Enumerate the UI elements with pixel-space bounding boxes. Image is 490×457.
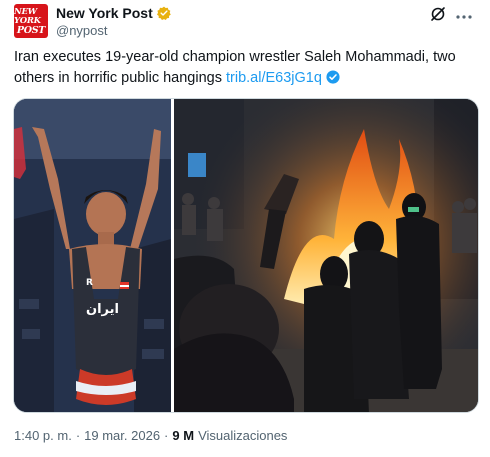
tweet-footer: 1:40 p. m. · 19 mar. 2026 · 9 M Visualiz… xyxy=(14,428,287,443)
check-mark-emoji-icon xyxy=(326,70,340,84)
handle[interactable]: @nypost xyxy=(56,23,108,38)
media-container[interactable]: R ایران xyxy=(13,98,479,413)
tweet-date[interactable]: 19 mar. 2026 xyxy=(84,428,160,443)
singlet-text: ایران xyxy=(86,302,119,317)
footer-separator-2: · xyxy=(164,428,169,443)
tweet-link[interactable]: trib.al/E63jG1q xyxy=(226,70,322,86)
avatar-logo-line1: NEW YORK xyxy=(14,6,41,26)
footer-separator: · xyxy=(75,428,81,443)
wrestler-photo-illustration: R ایران xyxy=(14,99,171,412)
display-name[interactable]: New York Post xyxy=(56,5,153,21)
wrestler-photo[interactable]: R ایران xyxy=(14,99,171,412)
more-options-icon[interactable] xyxy=(456,12,472,19)
protest-fire-photo-illustration xyxy=(174,99,478,412)
tweet-header: NEW YORK POST New York Post @nypost xyxy=(14,4,476,40)
name-row: New York Post xyxy=(56,5,171,21)
grok-icon[interactable] xyxy=(430,6,446,22)
views-label: Visualizaciones xyxy=(198,428,288,443)
tweet-time[interactable]: 1:40 p. m. xyxy=(14,428,72,443)
protest-fire-photo[interactable] xyxy=(174,99,478,412)
avatar[interactable]: NEW YORK POST xyxy=(14,4,48,38)
gold-check-icon[interactable] xyxy=(156,6,171,20)
singlet-letter: R xyxy=(86,278,93,288)
views-count: 9 M xyxy=(172,428,195,443)
avatar-logo-line2: POST xyxy=(16,24,46,36)
tweet-text: Iran executes 19-year-old champion wrest… xyxy=(14,47,476,89)
